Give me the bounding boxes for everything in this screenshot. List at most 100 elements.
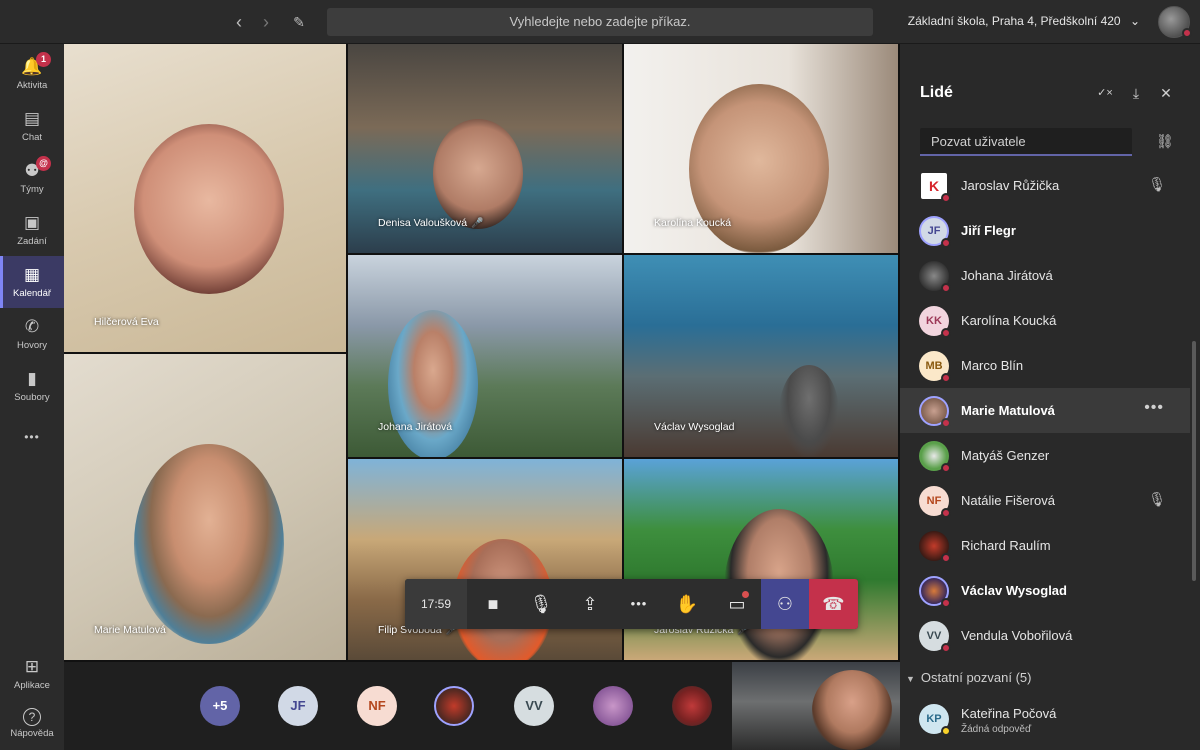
camera-button[interactable]: ■ [469, 579, 517, 629]
rail-item-activity[interactable]: 🔔 Aktivita 1 [0, 48, 64, 100]
hang-up-button[interactable]: ☎ [809, 579, 858, 629]
self-video-face [812, 670, 892, 750]
hang-up-icon: ☎ [822, 594, 845, 614]
camera-icon: ■ [487, 594, 499, 614]
participant-strip: +5 JF NF VV [64, 662, 900, 750]
video-tile[interactable]: Jaroslav Růžička 🎤 [624, 459, 900, 662]
share-screen-icon: ⇪ [582, 594, 598, 614]
participant-row[interactable]: MB Marco Blín [900, 343, 1190, 388]
section-label: Ostatní pozvaní (5) [920, 670, 1032, 685]
people-icon: ⚇ [776, 594, 794, 614]
participant-name: Marie Matulová [961, 403, 1055, 418]
forward-button[interactable]: › [256, 12, 276, 32]
rail-item-teams[interactable]: ⚉ Týmy @ [0, 152, 64, 204]
rail-label: Nápověda [10, 728, 54, 739]
mic-muted-icon: 🎙 [1148, 176, 1166, 192]
participant-row[interactable]: Richard Raulím [900, 523, 1190, 568]
raise-hand-button[interactable]: ✋ [663, 579, 711, 629]
search-input[interactable]: Vyhledejte nebo zadejte příkaz. [327, 8, 873, 36]
rail-item-chat[interactable]: ▤ Chat [0, 100, 64, 152]
participant-avatar[interactable]: NF [357, 686, 397, 726]
mute-all-icon: ✓× [1097, 87, 1113, 99]
participant-name: Václav Wysoglad [961, 583, 1067, 598]
microphone-button[interactable]: 🎙 [517, 579, 565, 629]
chat-button[interactable]: ▭ [713, 579, 761, 629]
chat-icon: ▤ [23, 109, 41, 128]
download-attendance-button[interactable]: ⤓ [1127, 84, 1145, 102]
scrollbar[interactable] [1192, 341, 1196, 581]
status-indicator [941, 726, 951, 736]
participant-name: Kateřina Počová [961, 706, 1057, 721]
more-actions-button[interactable]: ••• [615, 579, 663, 629]
mic-muted-icon: 🎤 [471, 218, 484, 229]
chevron-down-icon: ▼ [906, 674, 915, 684]
share-button[interactable]: ⇪ [566, 579, 614, 629]
status-indicator [941, 283, 951, 293]
participant-avatar[interactable] [593, 686, 633, 726]
back-button[interactable]: ‹ [229, 12, 249, 32]
rail-item-files[interactable]: ▮ Soubory [0, 360, 64, 412]
close-panel-button[interactable]: ✕ [1157, 84, 1175, 102]
org-switcher[interactable]: Základní škola, Praha 4, Předškolní 420 … [908, 14, 1140, 28]
rail-item-calendar[interactable]: ▦ Kalendář [0, 256, 64, 308]
overflow-participants[interactable]: +5 [200, 686, 240, 726]
more-icon: ••• [24, 430, 40, 444]
participant-video [388, 310, 478, 457]
participant-row[interactable]: Marie Matulová ••• [900, 388, 1190, 433]
share-link-button[interactable]: ⛓ [1156, 133, 1174, 151]
files-icon: ▮ [27, 369, 37, 388]
response-status: Žádná odpověď [961, 724, 1032, 735]
participant-row[interactable]: Matyáš Genzer [900, 433, 1190, 478]
invited-row[interactable]: KP Kateřina Počová Žádná odpověď [900, 696, 1190, 746]
participants-button[interactable]: ⚇ [761, 579, 809, 629]
participant-name-text: Denisa Valoušková [378, 217, 468, 229]
video-tile[interactable]: Marie Matulová [64, 354, 348, 662]
self-video-preview[interactable] [732, 662, 900, 750]
participant-avatar[interactable]: VV [514, 686, 554, 726]
mic-muted-icon: 🎙 [1148, 491, 1166, 507]
rail-item-assignments[interactable]: ▣ Zadání [0, 204, 64, 256]
video-tile[interactable]: Karolína Koucká [624, 44, 900, 255]
participant-name: Karolína Koucká [961, 313, 1057, 328]
participant-name: Marco Blín [961, 358, 1024, 373]
video-tile[interactable]: Hilčerová Eva [64, 44, 348, 354]
participant-row[interactable]: VV Vendula Vobořilová [900, 613, 1190, 658]
video-tile[interactable]: Johana Jirátová [348, 255, 624, 459]
org-name: Základní škola, Praha 4, Předškolní 420 [907, 14, 1121, 28]
invite-input[interactable]: Pozvat uživatele [920, 128, 1132, 156]
participant-name: Jiří Flegr [961, 223, 1016, 238]
participant-row[interactable]: Václav Wysoglad [900, 568, 1190, 613]
participant-row[interactable]: NF Natálie Fišerová 🎙 [900, 478, 1190, 523]
video-tile[interactable]: Václav Wysoglad [624, 255, 900, 459]
activity-badge: 1 [36, 52, 51, 67]
participant-avatar[interactable] [672, 686, 712, 726]
assignments-icon: ▣ [23, 213, 41, 232]
participant-name: Matyáš Genzer [961, 448, 1050, 463]
status-indicator [941, 328, 951, 338]
participant-avatar[interactable] [434, 686, 474, 726]
calendar-icon: ▦ [23, 265, 41, 284]
video-tile[interactable]: Filip Svoboda 🎤 [348, 459, 624, 662]
raise-hand-icon: ✋ [675, 594, 699, 614]
participant-name: Denisa Valoušková 🎤 [378, 217, 484, 229]
mute-all-button[interactable]: ✓× [1096, 84, 1114, 102]
video-stage: Hilčerová Eva Denisa Valoušková 🎤 Karolín… [64, 44, 900, 662]
rail-item-calls[interactable]: ✆ Hovory [0, 308, 64, 360]
video-tile[interactable]: Denisa Valoušková 🎤 [348, 44, 624, 255]
compose-icon[interactable]: ✎ [289, 12, 309, 32]
download-icon: ⤓ [1132, 85, 1140, 101]
participant-row[interactable]: KK Karolína Koucká [900, 298, 1190, 343]
chevron-down-icon: ⌄ [1129, 14, 1140, 28]
participant-row[interactable]: JF Jiří Flegr [900, 208, 1190, 253]
participant-name: Václav Wysoglad [654, 421, 735, 433]
rail-item-more[interactable]: ••• [0, 418, 64, 454]
participant-row[interactable]: K Jaroslav Růžička 🎙 [900, 163, 1190, 208]
phone-icon: ✆ [24, 317, 40, 336]
rail-item-help[interactable]: ? Nápověda [0, 700, 64, 750]
more-icon: ••• [630, 596, 648, 611]
more-options-button[interactable]: ••• [1144, 399, 1164, 417]
participant-row[interactable]: Johana Jirátová [900, 253, 1190, 298]
participant-avatar[interactable]: JF [278, 686, 318, 726]
other-invited-section-toggle[interactable]: ▼ Ostatní pozvaní (5) [906, 670, 1031, 685]
rail-item-apps[interactable]: ⊞ Aplikace [0, 648, 64, 700]
